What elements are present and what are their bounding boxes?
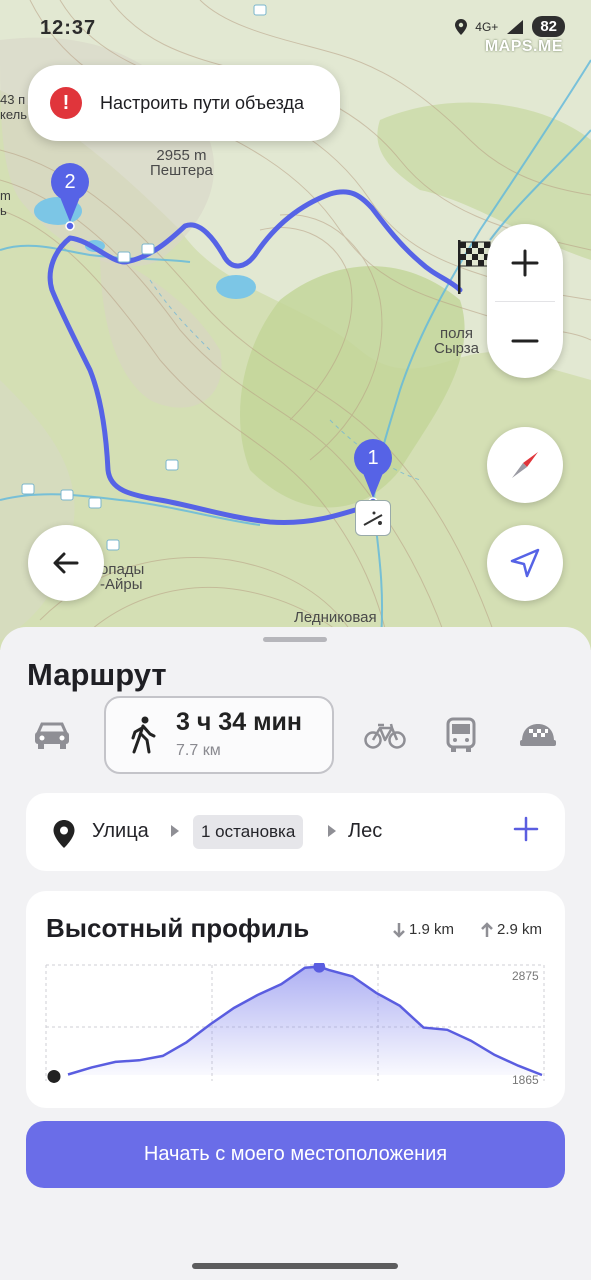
arrow-up-icon: [481, 921, 493, 937]
route-panel: Маршрут 3 ч 34 мин 7.7 км Улица 1 остано…: [0, 627, 591, 1280]
elevation-area: [68, 966, 542, 1075]
avoid-routes-text: Настроить пути объезда: [100, 92, 304, 113]
field-label-2: Сырза: [434, 340, 480, 357]
route-stops-chip[interactable]: 1 остановка: [193, 815, 304, 849]
left-top-label-2: кель: [0, 107, 27, 122]
plus-icon: [513, 816, 539, 842]
mode-taxi[interactable]: [518, 715, 558, 755]
left-mid-label-1: m: [0, 188, 11, 203]
descent-stat: 1.9 km: [392, 921, 454, 938]
map-view[interactable]: 12:37 4G+ 82 MAPS.ME 2955 m Пештера 43 п…: [0, 0, 591, 650]
bicycle-icon: [364, 723, 406, 749]
falls-label: опады -Айры: [100, 562, 144, 592]
field-label-1: поля: [440, 325, 474, 342]
route-start-icon: [363, 511, 383, 526]
panel-title: Маршрут: [27, 657, 167, 692]
route-to: Лес: [348, 820, 383, 842]
peak-label: 2955 m Пештера: [150, 148, 213, 178]
ascent-value: 2.9 km: [497, 921, 543, 938]
home-indicator: [192, 1263, 398, 1269]
compass-button[interactable]: [487, 427, 563, 503]
arrow-left-icon: [53, 552, 79, 574]
elevation-chart[interactable]: [44, 963, 549, 1093]
zoom-in-button[interactable]: [487, 224, 563, 301]
waypoint-2-number: 2: [64, 171, 76, 193]
elevation-profile-card[interactable]: Высотный профиль 1.9 km 2.9 km 2875 1865: [26, 891, 565, 1108]
route-points-card[interactable]: Улица 1 остановка Лес: [26, 793, 565, 871]
mode-transit[interactable]: [443, 715, 479, 755]
add-stop-button[interactable]: [512, 815, 540, 847]
bus-icon: [446, 717, 476, 752]
my-location-button[interactable]: [487, 525, 563, 601]
chevron-right-icon: [171, 825, 179, 837]
left-mid-label: m ь: [0, 188, 11, 218]
waypoint-2-marker[interactable]: 2: [50, 162, 90, 237]
zoom-out-button[interactable]: [487, 302, 563, 379]
minus-icon: [511, 339, 539, 342]
finish-flag-marker[interactable]: [455, 238, 491, 303]
peak-elevation: 2955 m: [156, 147, 207, 164]
elevation-min-label: 1865: [512, 1073, 539, 1087]
elevation-start-marker: [47, 1069, 61, 1083]
status-icons: 4G+ 82: [455, 16, 565, 37]
falls-label-1: опады: [100, 561, 145, 578]
back-button[interactable]: [28, 525, 104, 601]
location-status-icon: [455, 18, 468, 35]
plus-icon: [511, 249, 539, 276]
car-icon: [35, 722, 69, 749]
mode-car[interactable]: [30, 715, 74, 755]
arrow-down-icon: [393, 922, 405, 938]
elevation-max-label: 2875: [512, 969, 539, 983]
peak-name: Пештера: [150, 162, 213, 179]
checkered-flag-icon: [458, 240, 491, 294]
ascent-stat: 2.9 km: [480, 921, 542, 938]
chevron-right-icon: [328, 825, 336, 837]
zoom-controls: [487, 224, 563, 378]
waypoint-1-number: 1: [367, 447, 379, 469]
status-time: 12:37: [40, 17, 97, 39]
battery-indicator: 82: [532, 16, 565, 37]
compass-icon: [512, 452, 538, 478]
taxi-icon: [520, 724, 556, 746]
elevation-title: Высотный профиль: [46, 913, 310, 943]
walk-distance: 7.7 км: [176, 742, 221, 759]
falls-label-2: -Айры: [100, 576, 143, 593]
walk-time: 3 ч 34 мин: [176, 708, 303, 736]
location-pin-icon: [53, 820, 75, 848]
glacier-label: Ледниковая: [294, 609, 377, 626]
field-label: поля Сырза: [434, 326, 479, 356]
drag-handle[interactable]: [263, 637, 327, 642]
left-top-label: 43 п кель: [0, 92, 27, 122]
walking-person-icon: [131, 716, 156, 754]
route-from: Улица: [92, 820, 149, 842]
start-point-marker[interactable]: [355, 500, 391, 536]
network-label: 4G+: [475, 19, 499, 34]
left-top-label-1: 43 п: [0, 92, 26, 107]
mode-walk-selected[interactable]: 3 ч 34 мин 7.7 км: [104, 696, 334, 774]
maps-me-watermark: MAPS.ME: [484, 38, 563, 55]
start-from-my-location-button[interactable]: Начать с моего местоположения: [26, 1121, 565, 1188]
signal-icon: [507, 19, 524, 34]
mode-bicycle[interactable]: [362, 715, 408, 755]
descent-value: 1.9 km: [409, 921, 455, 938]
left-mid-label-2: ь: [0, 203, 7, 218]
alert-icon: !: [50, 87, 82, 119]
navigation-arrow-icon: [510, 548, 540, 578]
avoid-routes-toast[interactable]: ! Настроить пути объезда: [28, 65, 340, 141]
